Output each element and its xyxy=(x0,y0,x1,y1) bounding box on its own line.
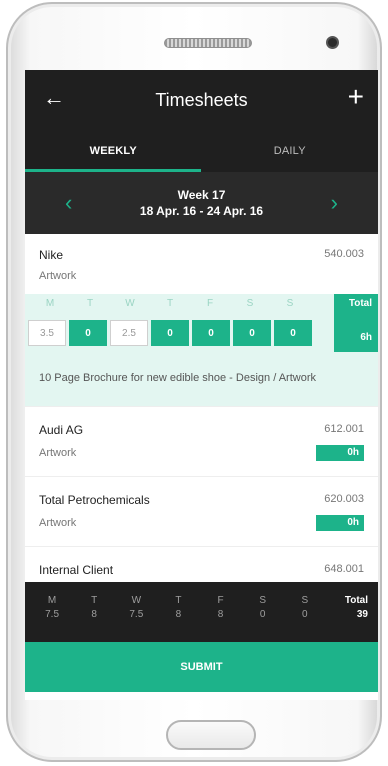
summary-day-label: M xyxy=(47,595,57,606)
page-title: Timesheets xyxy=(155,89,248,110)
plus-icon[interactable]: + xyxy=(348,83,364,111)
hours-input-sat[interactable]: 0 xyxy=(233,320,271,346)
entry-card[interactable]: Total Petrochemicals 620.003 Artwork 0h xyxy=(25,476,378,546)
job-code: 612.001 xyxy=(324,423,364,435)
weekly-summary: M 7.5 T8 W 7.5 T8 F8 S0 S0 Total 39 xyxy=(25,582,378,642)
summary-day: M 7.5 xyxy=(31,582,73,642)
summary-day-label: T xyxy=(175,595,182,606)
entry-total-box: Total 6h xyxy=(334,294,378,352)
summary-day-value: 8 xyxy=(91,609,97,620)
chevron-left-icon[interactable]: ‹ xyxy=(65,190,72,216)
summary-day-value: 8 xyxy=(217,609,224,620)
summary-day: T8 xyxy=(73,582,115,642)
day-label: S xyxy=(246,298,254,309)
week-title: Week 17 xyxy=(177,188,226,202)
week-selector: ‹ Week 17 18 Apr. 16 - 24 Apr. 16 › xyxy=(25,172,378,234)
summary-day: S0 xyxy=(284,582,326,642)
summary-day-value: 0 xyxy=(302,609,308,620)
week-label: Week 17 18 Apr. 16 - 24 Apr. 16 xyxy=(140,187,263,219)
arrow-left-icon[interactable]: ← xyxy=(43,87,65,109)
entry-total: 6h xyxy=(360,332,372,343)
day-label: T xyxy=(166,298,174,309)
front-camera xyxy=(326,36,339,49)
task-name: Artwork xyxy=(39,270,77,282)
app-bar: ← Timesheets + xyxy=(25,70,378,130)
week-range: 18 Apr. 16 - 24 Apr. 16 xyxy=(139,204,264,218)
entry-card[interactable]: Audi AG 612.001 Artwork 0h xyxy=(25,406,378,476)
day-label: M xyxy=(45,298,55,309)
home-button[interactable] xyxy=(166,720,256,750)
tab-indicator xyxy=(25,169,201,172)
hours-input-tue[interactable]: 0 xyxy=(69,320,107,346)
summary-day-value: 0 xyxy=(259,609,266,620)
day-label: S xyxy=(286,298,294,309)
hours-input-mon[interactable]: 3.5 xyxy=(28,320,66,346)
entry-card[interactable]: Nike 540.003 Artwork M T W T F S S Total… xyxy=(25,234,378,406)
hours-input-wed[interactable]: 2.5 xyxy=(110,320,148,346)
summary-day-value: 7.5 xyxy=(45,609,60,620)
summary-day-label: F xyxy=(217,595,224,606)
speaker-grille xyxy=(164,38,252,48)
job-code: 648.001 xyxy=(324,563,364,575)
hours-input-fri[interactable]: 0 xyxy=(192,320,230,346)
job-code: 540.003 xyxy=(324,248,364,260)
entry-total: 0h xyxy=(316,515,364,531)
tab-daily[interactable]: DAILY xyxy=(202,130,379,172)
day-label: W xyxy=(125,298,135,309)
submit-button[interactable]: SUBMIT xyxy=(25,642,378,692)
entry-description: 10 Page Brochure for new edible shoe - D… xyxy=(39,372,316,384)
hour-inputs: 3.5 0 2.5 0 0 0 0 xyxy=(28,320,312,346)
chevron-right-icon[interactable]: › xyxy=(331,190,338,216)
client-name: Audi AG xyxy=(39,423,84,437)
summary-day-label: S xyxy=(259,595,267,606)
total-label: Total xyxy=(348,298,372,309)
hours-input-thu[interactable]: 0 xyxy=(151,320,189,346)
task-name: Artwork xyxy=(39,447,77,459)
summary-day-value: 7.5 xyxy=(129,609,144,620)
summary-total: Total 39 xyxy=(326,582,372,642)
task-name: Artwork xyxy=(39,517,77,529)
job-code: 620.003 xyxy=(324,493,364,505)
summary-day-label: W xyxy=(131,595,142,606)
day-label: F xyxy=(206,298,214,309)
summary-day: F8 xyxy=(200,582,242,642)
day-label: T xyxy=(86,298,94,309)
view-tabs: WEEKLY DAILY xyxy=(25,130,378,172)
summary-day-label: S xyxy=(301,595,309,606)
client-name: Nike xyxy=(39,248,64,262)
summary-day-value: 8 xyxy=(175,609,182,620)
summary-day: W 7.5 xyxy=(115,582,157,642)
client-name: Internal Client xyxy=(39,563,114,577)
app-screen: ← Timesheets + WEEKLY DAILY ‹ Week 17 18… xyxy=(25,70,378,700)
summary-day: S0 xyxy=(242,582,284,642)
client-name: Total Petrochemicals xyxy=(39,493,150,507)
summary-day-label: T xyxy=(91,595,98,606)
tab-weekly[interactable]: WEEKLY xyxy=(25,130,202,172)
day-labels: M T W T F S S xyxy=(30,298,310,309)
day-editor: M T W T F S S Total 6h 3.5 0 2.5 0 0 0 0 xyxy=(25,294,378,406)
summary-total-label: Total xyxy=(344,595,368,606)
summary-total-value: 39 xyxy=(356,609,368,620)
hours-input-sun[interactable]: 0 xyxy=(274,320,312,346)
entry-total: 0h xyxy=(316,445,364,461)
summary-day: T8 xyxy=(157,582,199,642)
